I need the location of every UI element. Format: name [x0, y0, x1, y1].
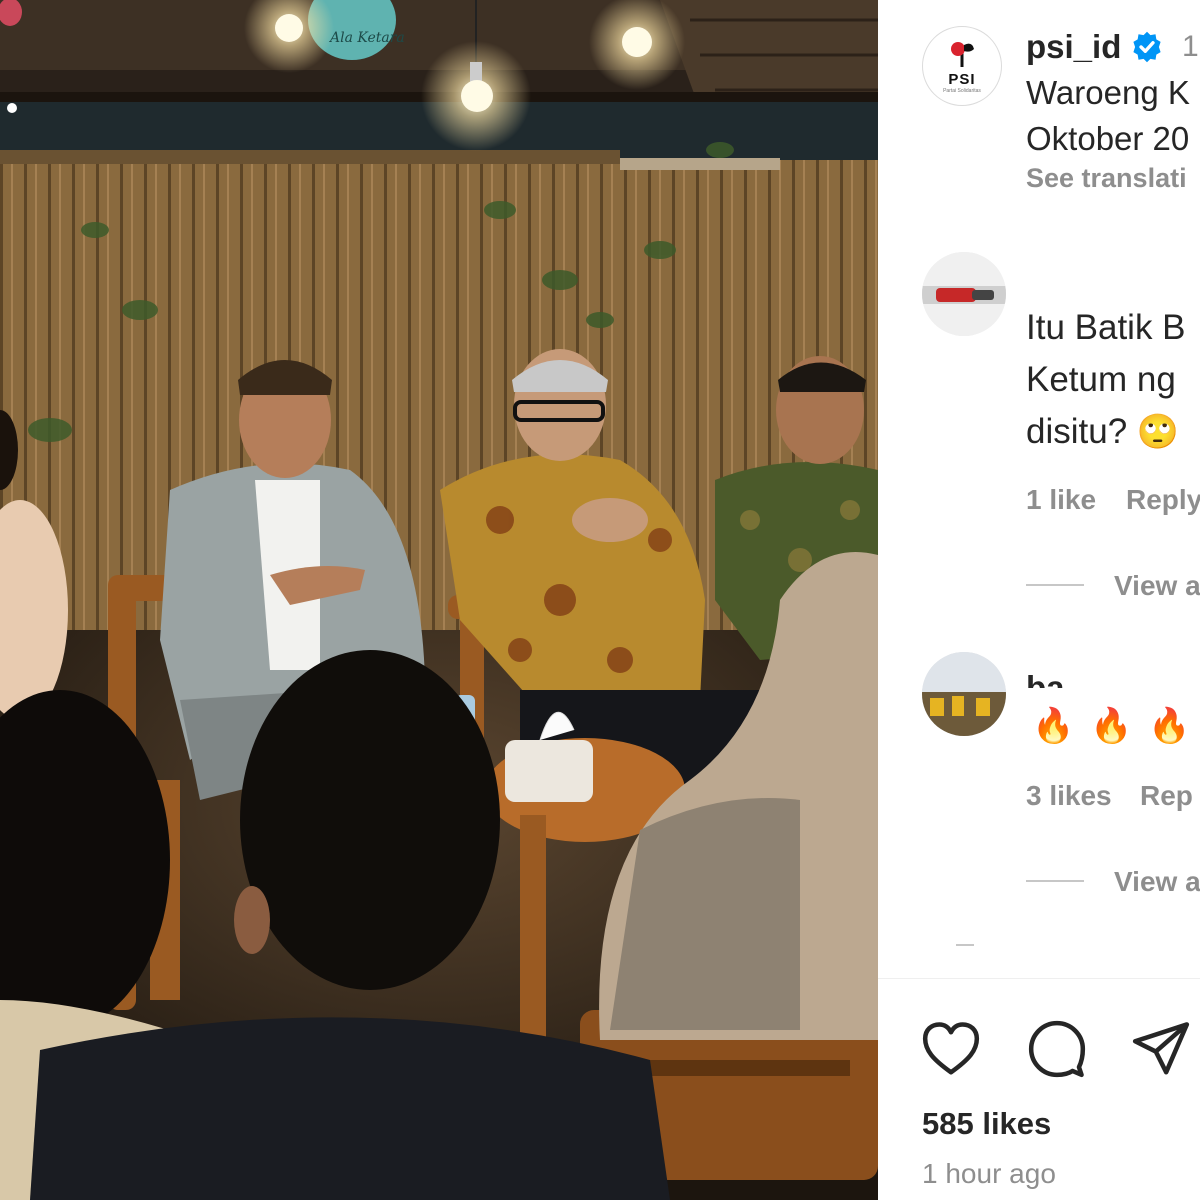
psi-avatar[interactable]: PSI Partai Solidaritas	[922, 26, 1002, 106]
face-with-rolling-eyes-emoji: 🙄	[1136, 413, 1180, 451]
comment-1-likes[interactable]: 1 like	[1026, 484, 1096, 516]
sign-lettering: Ala Ketara	[328, 30, 405, 46]
comment-2-username[interactable]: ba.	[1026, 666, 1074, 688]
comment-icon[interactable]	[1026, 1018, 1088, 1080]
comment-2-view-replies-line	[1026, 880, 1084, 882]
share-icon[interactable]	[1130, 1018, 1192, 1080]
comment-1-view-replies-line	[1026, 584, 1084, 586]
comment-1-text-line-3: disitu? 🙄	[1026, 412, 1179, 452]
post-username[interactable]: psi_id	[1026, 28, 1121, 66]
fire-emoji-1: 🔥	[1032, 707, 1075, 745]
psi-logo-text: PSI	[948, 70, 976, 88]
comment-1-username[interactable]: ... .. ..	[1026, 262, 1109, 284]
comment-1-text-line-3-text: disitu?	[1026, 412, 1128, 451]
post-photo[interactable]: Ala Ketara	[0, 0, 878, 1200]
comment-1-text-line-1: Itu Batik B	[1026, 308, 1186, 347]
clipped-comment-fragment	[956, 944, 974, 946]
caption-line-2: Oktober 20	[1026, 120, 1190, 157]
comment-2-reply-button[interactable]: Rep	[1140, 780, 1193, 812]
comment-1-avatar[interactable]	[922, 252, 1006, 336]
comment-1-view-replies[interactable]: View a	[1114, 570, 1200, 602]
caption-line-1: Waroeng K	[1026, 74, 1190, 111]
heart-icon[interactable]	[920, 1018, 982, 1080]
post-side-panel: PSI Partai Solidaritas psi_id 1 Waroeng …	[878, 0, 1200, 1200]
post-photo-scene: Ala Ketara	[0, 0, 878, 1200]
verified-badge-icon	[1133, 31, 1161, 63]
fire-emoji-2: 🔥	[1090, 707, 1133, 745]
comment-1-reply-button[interactable]: Reply	[1126, 484, 1200, 516]
comment-2-avatar-image	[922, 652, 1006, 736]
psi-logo-subtext: Partai Solidaritas	[943, 87, 981, 94]
comment-2-likes[interactable]: 3 likes	[1026, 780, 1112, 812]
post-likes-count[interactable]: 585 likes	[922, 1106, 1051, 1142]
see-translation-link[interactable]: See translati	[1026, 163, 1187, 194]
comment-1-text-line-2: Ketum ng	[1026, 360, 1176, 399]
post-time-ago: 1 hour ago	[922, 1158, 1056, 1189]
actions-divider	[878, 978, 1200, 979]
post-time-short: 1	[1182, 30, 1199, 63]
fire-emoji-3: 🔥	[1148, 707, 1191, 745]
comment-2-avatar[interactable]	[922, 652, 1006, 736]
comment-1-avatar-image	[922, 252, 1006, 336]
psi-rose-logo-icon	[951, 41, 974, 67]
comment-2-view-replies[interactable]: View a	[1114, 866, 1200, 898]
